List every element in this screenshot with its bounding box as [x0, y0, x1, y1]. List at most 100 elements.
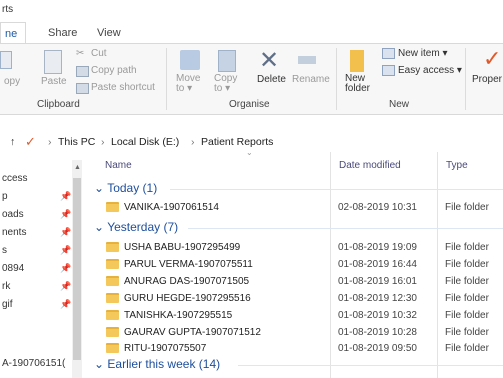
nav-item[interactable]: p: [2, 191, 8, 202]
delete-button[interactable]: ✕: [258, 47, 282, 74]
file-name: ANURAG DAS-1907071505: [124, 276, 250, 287]
paste-shortcut-button[interactable]: Paste shortcut: [91, 82, 155, 93]
tab-share[interactable]: Share: [48, 27, 77, 39]
nav-item[interactable]: A-190706151(: [2, 358, 65, 369]
copy-to-button[interactable]: [214, 48, 240, 74]
clipboard-group-label: Clipboard: [37, 99, 80, 110]
paste-button[interactable]: [40, 48, 66, 76]
chevron-right-icon: ›: [191, 136, 195, 148]
rename-label: Rename: [292, 74, 330, 85]
up-button[interactable]: ↑: [10, 136, 15, 148]
cut-button[interactable]: Cut: [91, 48, 107, 59]
group-header-today[interactable]: ⌄ Today (1): [94, 181, 157, 195]
new-item-button[interactable]: New item ▾: [398, 48, 447, 59]
delete-label: Delete: [257, 74, 286, 85]
clipboard-icon: [44, 50, 62, 74]
breadcrumb-local-disk[interactable]: Local Disk (E:): [111, 136, 179, 148]
list-item[interactable]: ANURAG DAS-1907071505 01-08-2019 16:01 F…: [104, 273, 503, 291]
ribbon-separator: [336, 48, 337, 110]
file-type: File folder: [445, 202, 489, 213]
new-folder-label: New folder: [345, 73, 371, 94]
new-item-icon: [382, 48, 395, 59]
copy-to-label: Copy to ▾: [214, 73, 238, 94]
scroll-up-icon[interactable]: ▲: [74, 164, 81, 171]
group-header-earlier-this-week[interactable]: ⌄ Earlier this week (14): [94, 357, 220, 371]
nav-item[interactable]: 0894: [2, 263, 24, 274]
tab-home[interactable]: ne: [0, 22, 27, 44]
new-group-label: New: [389, 99, 410, 110]
move-to-button[interactable]: [178, 48, 204, 74]
chevron-down-icon: ⌄: [94, 220, 105, 234]
file-name: VANIKA-1907061514: [124, 202, 219, 213]
paste-label: Paste: [41, 76, 67, 87]
file-name: RITU-1907075507: [124, 343, 207, 354]
nav-item[interactable]: oads: [2, 209, 24, 220]
chevron-down-icon: ⌄: [94, 181, 105, 195]
move-to-icon: [180, 50, 200, 70]
copy-path-button[interactable]: Copy path: [91, 65, 137, 76]
nav-item[interactable]: rk: [2, 281, 10, 292]
file-type: File folder: [445, 343, 489, 354]
easy-access-button[interactable]: Easy access ▾: [398, 65, 462, 76]
folder-icon: [106, 259, 119, 269]
window-title: rts: [2, 4, 14, 15]
breadcrumb-patient-reports[interactable]: Patient Reports: [201, 136, 273, 148]
folder-icon: [106, 327, 119, 337]
nav-item[interactable]: ccess: [2, 173, 28, 184]
rename-button[interactable]: [296, 50, 322, 72]
folder-icon: [350, 50, 364, 72]
pin-icon: 📌: [60, 245, 72, 255]
pin-icon: 📌: [60, 299, 72, 309]
group-header-yesterday[interactable]: ⌄ Yesterday (7): [94, 220, 178, 234]
breadcrumb-this-pc[interactable]: This PC: [58, 136, 95, 148]
group-label: Yesterday (7): [107, 220, 179, 234]
list-item[interactable]: TANISHKA-1907295515 01-08-2019 10:32 Fil…: [104, 307, 503, 325]
copy-label: opy: [4, 76, 21, 87]
list-item[interactable]: VANIKA-1907061514 02-08-2019 10:31 File …: [104, 199, 503, 217]
folder-icon: [106, 310, 119, 320]
list-item[interactable]: GURU HEGDE-1907295516 01-08-2019 12:30 F…: [104, 290, 503, 308]
checkmark-icon: ✓: [25, 134, 36, 149]
file-name: TANISHKA-1907295515: [124, 310, 233, 321]
nav-item[interactable]: gif: [2, 299, 13, 310]
copy-icon: [0, 51, 12, 69]
properties-button[interactable]: ✓: [481, 46, 503, 74]
column-header-name[interactable]: Name: [105, 160, 132, 171]
paste-shortcut-icon: [76, 83, 89, 94]
list-item[interactable]: USHA BABU-1907295499 01-08-2019 19:09 Fi…: [104, 239, 503, 257]
file-date: 01-08-2019 12:30: [338, 293, 417, 304]
new-folder-button[interactable]: [348, 48, 370, 74]
list-item[interactable]: RITU-1907075507 01-08-2019 09:50 File fo…: [104, 340, 503, 358]
file-date: 01-08-2019 19:09: [338, 242, 417, 253]
easy-access-icon: [382, 65, 395, 76]
title-bar: rts: [0, 0, 503, 22]
file-date: 01-08-2019 16:44: [338, 259, 417, 270]
column-header-date[interactable]: Date modified: [339, 160, 401, 171]
rename-icon: [298, 56, 316, 64]
list-item[interactable]: PARUL VERMA-1907075511 01-08-2019 16:44 …: [104, 256, 503, 274]
nav-item[interactable]: nents: [2, 227, 26, 238]
folder-icon: [106, 202, 119, 212]
navigation-pane: ccess p 📌 oads 📌 nents 📌 s 📌 0894 📌 rk 📌…: [0, 155, 82, 378]
file-type: File folder: [445, 293, 489, 304]
file-date: 02-08-2019 10:31: [338, 202, 417, 213]
nav-item[interactable]: s: [2, 245, 7, 256]
folder-icon: [106, 276, 119, 286]
delete-icon: ✕: [259, 47, 280, 74]
folder-icon: [106, 242, 119, 252]
folder-icon: [106, 343, 119, 353]
pin-icon: 📌: [60, 263, 72, 273]
chevron-right-icon: ›: [48, 136, 52, 148]
tab-view[interactable]: View: [97, 27, 121, 39]
file-date: 01-08-2019 10:28: [338, 327, 417, 338]
pin-icon: 📌: [60, 209, 72, 219]
column-header-type[interactable]: Type: [446, 160, 468, 171]
copy-button[interactable]: [0, 49, 22, 75]
nav-scrollbar-thumb[interactable]: [73, 178, 81, 360]
group-label: Today (1): [107, 181, 158, 195]
ribbon-separator: [166, 48, 167, 110]
cut-icon: ✂: [76, 48, 85, 59]
file-type: File folder: [445, 327, 489, 338]
chevron-down-icon: ⌄: [94, 357, 105, 371]
chevron-right-icon: ›: [101, 136, 105, 148]
